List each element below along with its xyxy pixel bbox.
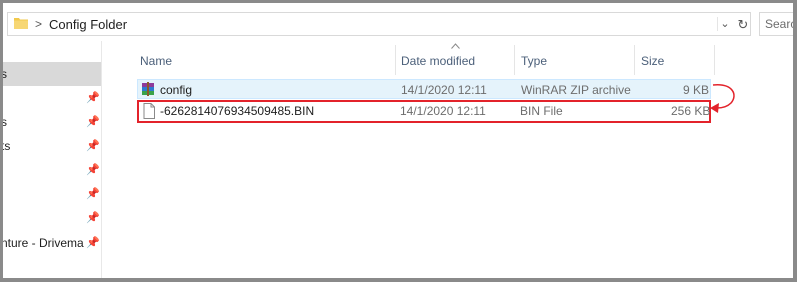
pin-icon: 📌 bbox=[86, 116, 100, 128]
column-header-size[interactable]: Size bbox=[641, 45, 664, 77]
breadcrumb-separator[interactable]: > bbox=[35, 17, 42, 31]
winrar-archive-icon bbox=[141, 82, 155, 96]
file-date-modified: 14/1/2020 12:11 bbox=[401, 83, 487, 97]
file-row-config[interactable]: config 14/1/2020 12:11 WinRAR ZIP archiv… bbox=[137, 79, 711, 99]
pin-icon: 📌 bbox=[86, 212, 100, 224]
nav-item-7[interactable]: 📌 bbox=[3, 206, 101, 230]
file-name: -6262814076934509485.BIN bbox=[160, 104, 315, 118]
pin-icon: 📌 bbox=[86, 92, 100, 104]
nav-item-8[interactable]: nture - Drivema 📌 bbox=[3, 231, 101, 255]
nav-item-3[interactable]: s 📌 bbox=[3, 110, 101, 134]
file-name: config bbox=[160, 83, 193, 97]
file-row-bin[interactable]: -6262814076934509485.BIN 14/1/2020 12:11… bbox=[137, 100, 711, 123]
nav-item-4[interactable]: ts 📌 bbox=[3, 134, 101, 158]
blank-file-icon bbox=[142, 103, 156, 119]
nav-item-6[interactable]: 📌 bbox=[3, 182, 101, 206]
address-bar[interactable]: > Config Folder ⌄ ↻ bbox=[7, 12, 751, 36]
breadcrumb-config-folder[interactable]: Config Folder bbox=[49, 17, 127, 32]
nav-item-2[interactable]: 📌 bbox=[3, 86, 101, 110]
column-header-date-modified[interactable]: Date modified bbox=[401, 45, 475, 77]
refresh-icon[interactable]: ↻ bbox=[735, 17, 751, 32]
search-input[interactable]: Search bbox=[759, 12, 793, 36]
nav-item-label: ts bbox=[3, 139, 11, 153]
file-list-pane: Name Date modified Type Size config 14/1… bbox=[103, 41, 793, 278]
column-divider[interactable] bbox=[514, 45, 515, 75]
column-divider[interactable] bbox=[395, 45, 396, 75]
nav-pane-divider[interactable] bbox=[101, 41, 102, 278]
file-type: BIN File bbox=[520, 104, 563, 118]
nav-item-label: nture - Drivema bbox=[3, 236, 84, 250]
navigation-pane: s 📌 s 📌 ts 📌 📌 📌 📌 nture - Drivema � bbox=[3, 41, 101, 278]
pin-icon: 📌 bbox=[86, 140, 100, 152]
nav-item-5[interactable]: 📌 bbox=[3, 158, 101, 182]
pin-icon: 📌 bbox=[86, 188, 100, 200]
column-divider[interactable] bbox=[634, 45, 635, 75]
nav-item-label: s bbox=[3, 67, 7, 81]
pin-icon: 📌 bbox=[86, 237, 100, 249]
annotation-arrow-icon bbox=[710, 84, 735, 113]
column-header-type[interactable]: Type bbox=[521, 45, 547, 77]
file-date-modified: 14/1/2020 12:11 bbox=[400, 104, 486, 118]
chevron-down-icon[interactable]: ⌄ bbox=[717, 17, 732, 31]
pin-icon: 📌 bbox=[86, 164, 100, 176]
address-bar-row: > Config Folder ⌄ ↻ Search bbox=[3, 3, 793, 41]
column-header-name[interactable]: Name bbox=[140, 45, 172, 77]
file-explorer-window: > Config Folder ⌄ ↻ Search s 📌 s 📌 ts 📌 … bbox=[3, 3, 793, 278]
file-type: WinRAR ZIP archive bbox=[521, 83, 631, 97]
column-divider[interactable] bbox=[714, 45, 715, 75]
folder-icon bbox=[14, 17, 28, 29]
nav-item-1[interactable]: s bbox=[3, 62, 101, 86]
nav-item-label: s bbox=[3, 115, 7, 129]
